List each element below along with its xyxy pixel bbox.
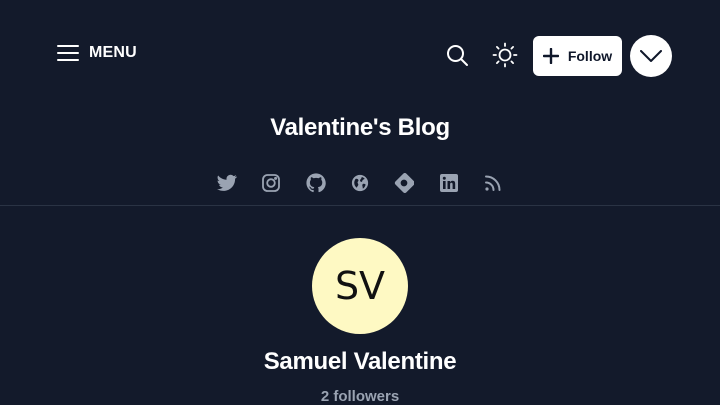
plus-icon: [542, 48, 559, 64]
blog-page: MENU Follow Valentine's Blog SV Samuel V…: [0, 0, 720, 405]
search-icon: [447, 45, 468, 66]
instagram-link[interactable]: [260, 172, 282, 194]
avatar-initials: SV: [334, 264, 386, 308]
twitter-link[interactable]: [216, 172, 238, 194]
linkedin-link[interactable]: [438, 172, 460, 194]
linkedin-icon: [439, 174, 458, 192]
globe-icon: [351, 174, 369, 192]
header-divider: [0, 205, 720, 206]
rss-link[interactable]: [482, 172, 504, 194]
search-button[interactable]: [443, 41, 471, 69]
sun-icon: [492, 42, 518, 68]
instagram-icon: [262, 174, 281, 192]
menu-button[interactable]: MENU: [57, 44, 137, 62]
hamburger-icon: [57, 45, 79, 61]
github-link[interactable]: [305, 172, 327, 194]
theme-toggle-button[interactable]: [491, 41, 519, 69]
follow-label: Follow: [567, 48, 613, 64]
website-link[interactable]: [349, 172, 371, 194]
blog-title[interactable]: Valentine's Blog: [0, 114, 720, 142]
chevron-down-icon: [640, 50, 662, 62]
social-links: [216, 172, 504, 194]
avatar[interactable]: SV: [312, 238, 408, 334]
author-name[interactable]: Samuel Valentine: [0, 348, 720, 376]
twitter-icon: [217, 174, 237, 191]
hashnode-icon: [395, 173, 415, 193]
followers-count[interactable]: 2 followers: [0, 388, 720, 405]
github-icon: [306, 173, 326, 193]
menu-label: MENU: [89, 44, 137, 61]
more-options-button[interactable]: [630, 35, 672, 77]
follow-button[interactable]: Follow: [533, 36, 622, 76]
hashnode-link[interactable]: [393, 172, 415, 194]
rss-icon: [484, 175, 501, 191]
